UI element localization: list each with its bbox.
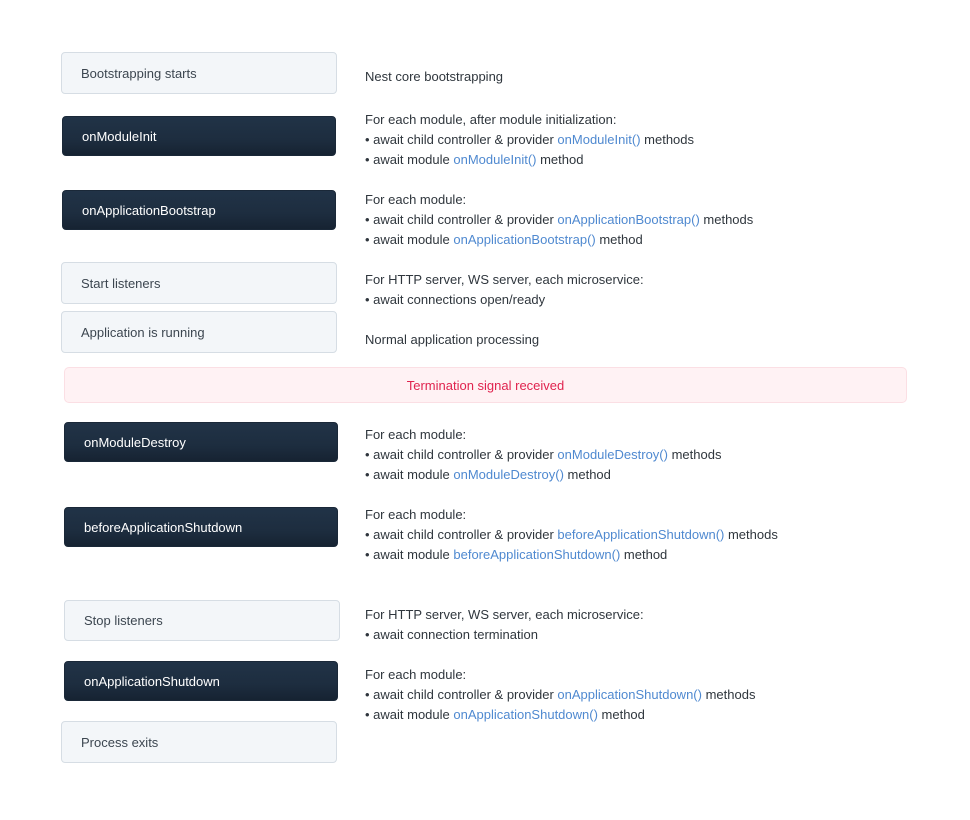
step-label: Stop listeners bbox=[84, 613, 163, 628]
desc-title: For each module: bbox=[365, 192, 467, 207]
step-label: onApplicationShutdown bbox=[84, 673, 220, 689]
step-label: Process exits bbox=[81, 734, 159, 750]
desc-on-application-shutdown: For each module: • await child controller… bbox=[365, 665, 755, 725]
hook-method-name: onApplicationShutdown() bbox=[453, 707, 598, 722]
desc-bullet: • await child controller & provider onAp… bbox=[365, 210, 753, 230]
desc-before-application-shutdown: For each module: • await child controller… bbox=[365, 505, 778, 565]
desc-bullet: • await module onModuleDestroy() method bbox=[365, 465, 721, 485]
hook-method-name: onApplicationBootstrap() bbox=[557, 212, 700, 227]
termination-signal-banner: Termination signal received bbox=[64, 367, 907, 403]
bullet-suffix: methods bbox=[699, 212, 754, 227]
bullet-text: • await child controller & provider bbox=[365, 132, 558, 147]
desc-start-listeners: For HTTP server, WS server, each microse… bbox=[365, 270, 644, 310]
bullet-suffix: method bbox=[536, 152, 584, 167]
desc-bullet: • await child controller & provider befo… bbox=[365, 525, 778, 545]
step-label: onApplicationBootstrap bbox=[82, 202, 216, 218]
desc-bullet: • await module onApplicationShutdown() m… bbox=[365, 705, 755, 725]
step-stop-listeners: Stop listeners bbox=[64, 600, 340, 641]
bullet-suffix: methods bbox=[640, 132, 695, 147]
bullet-suffix: method bbox=[597, 707, 645, 722]
bullet-text: • await child controller & provider bbox=[365, 527, 558, 542]
desc-bullet: • await module onModuleInit() method bbox=[365, 150, 694, 170]
bullet-suffix: method bbox=[595, 232, 643, 247]
hook-method-name: onModuleInit() bbox=[557, 132, 641, 147]
bullet-text: • await module bbox=[365, 467, 454, 482]
step-on-module-destroy: onModuleDestroy bbox=[64, 422, 338, 462]
desc-on-module-destroy: For each module: • await child controller… bbox=[365, 425, 721, 485]
bullet-suffix: methods bbox=[701, 687, 756, 702]
bullet-suffix: methods bbox=[667, 447, 722, 462]
bullet-text: • await connections open/ready bbox=[365, 292, 546, 307]
step-on-module-init: onModuleInit bbox=[62, 116, 336, 156]
desc-on-application-bootstrap: For each module: • await child controller… bbox=[365, 190, 753, 250]
bullet-text: • await child controller & provider bbox=[365, 212, 558, 227]
desc-bullet: • await connections open/ready bbox=[365, 290, 644, 310]
desc-on-module-init: For each module, after module initializa… bbox=[365, 110, 694, 170]
step-label: Bootstrapping starts bbox=[81, 65, 197, 81]
step-process-exits: Process exits bbox=[61, 721, 337, 763]
step-label: Start listeners bbox=[81, 275, 161, 291]
desc-stop-listeners: For HTTP server, WS server, each microse… bbox=[365, 605, 644, 645]
desc-bullet: • await module onApplicationBootstrap() … bbox=[365, 230, 753, 250]
hook-method-name: onApplicationShutdown() bbox=[557, 687, 702, 702]
bullet-suffix: method bbox=[620, 547, 668, 562]
desc-bullet: • await child controller & provider onMo… bbox=[365, 130, 694, 150]
hook-method-name: onModuleInit() bbox=[453, 152, 537, 167]
bullet-text: • await module bbox=[365, 547, 454, 562]
bullet-text: • await connection termination bbox=[365, 627, 538, 642]
hook-method-name: onModuleDestroy() bbox=[557, 447, 668, 462]
step-bootstrapping-starts: Bootstrapping starts bbox=[61, 52, 337, 94]
hook-method-name: onModuleDestroy() bbox=[453, 467, 564, 482]
desc-title: Normal application processing bbox=[365, 332, 540, 347]
hook-method-name: onApplicationBootstrap() bbox=[453, 232, 596, 247]
step-label: onModuleDestroy bbox=[84, 434, 186, 450]
step-before-application-shutdown: beforeApplicationShutdown bbox=[64, 507, 338, 547]
bullet-suffix: method bbox=[563, 467, 611, 482]
signal-label: Termination signal received bbox=[406, 377, 565, 393]
hook-method-name: beforeApplicationShutdown() bbox=[557, 527, 725, 542]
desc-bullet: • await child controller & provider onMo… bbox=[365, 445, 721, 465]
bullet-suffix: methods bbox=[724, 527, 778, 542]
step-label: onModuleInit bbox=[82, 128, 157, 144]
desc-title: For each module: bbox=[365, 667, 467, 682]
bullet-text: • await module bbox=[365, 232, 454, 247]
desc-bullet: • await child controller & provider onAp… bbox=[365, 685, 755, 705]
desc-title: For HTTP server, WS server, each microse… bbox=[365, 272, 644, 287]
step-start-listeners: Start listeners bbox=[61, 262, 337, 304]
bullet-text: • await child controller & provider bbox=[365, 447, 558, 462]
desc-bootstrapping-starts: Nest core bootstrapping bbox=[365, 67, 503, 87]
step-on-application-shutdown: onApplicationShutdown bbox=[64, 661, 338, 701]
bullet-text: • await module bbox=[365, 707, 454, 722]
desc-title: For each module: bbox=[365, 507, 467, 522]
desc-title: For HTTP server, WS server, each microse… bbox=[365, 607, 644, 622]
desc-bullet: • await module beforeApplicationShutdown… bbox=[365, 545, 778, 565]
step-on-application-bootstrap: onApplicationBootstrap bbox=[62, 190, 336, 230]
desc-title: For each module: bbox=[365, 427, 467, 442]
desc-application-running: Normal application processing bbox=[365, 330, 539, 350]
step-label: beforeApplicationShutdown bbox=[84, 519, 243, 535]
step-application-running: Application is running bbox=[61, 311, 337, 353]
hook-method-name: beforeApplicationShutdown() bbox=[453, 547, 621, 562]
bullet-text: • await module bbox=[365, 152, 454, 167]
step-label: Application is running bbox=[81, 324, 205, 340]
desc-title: For each module, after module initializa… bbox=[365, 112, 617, 127]
desc-title: Nest core bootstrapping bbox=[365, 69, 504, 84]
desc-bullet: • await connection termination bbox=[365, 625, 644, 645]
bullet-text: • await child controller & provider bbox=[365, 687, 558, 702]
